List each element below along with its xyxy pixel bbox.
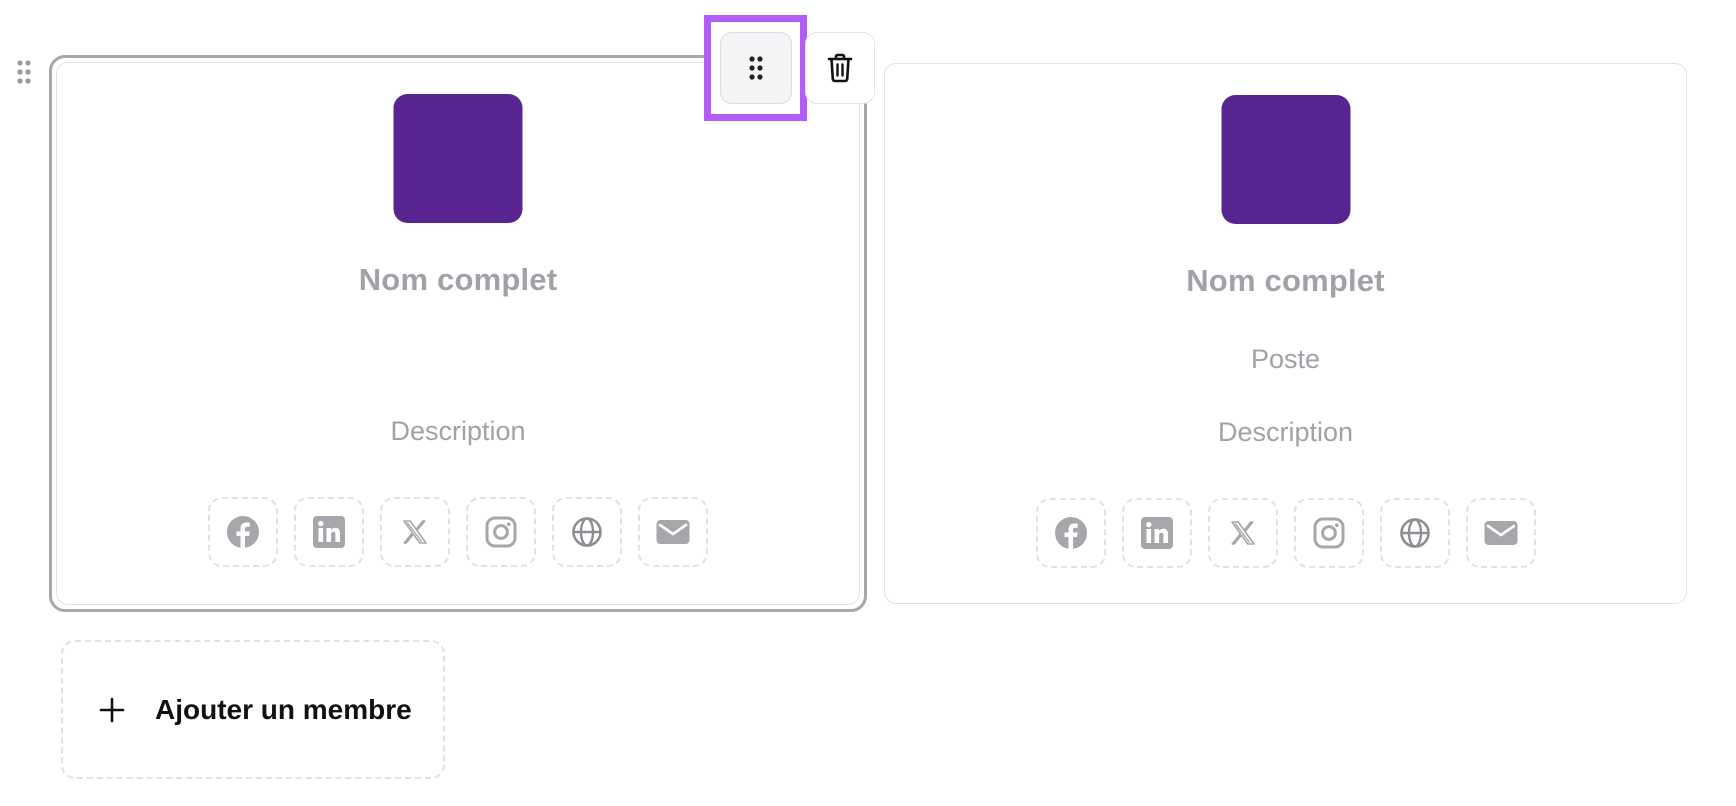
plus-icon bbox=[99, 697, 125, 722]
linkedin-icon bbox=[313, 516, 345, 548]
trash-icon bbox=[827, 53, 853, 83]
social-instagram[interactable] bbox=[1293, 498, 1364, 568]
globe-icon bbox=[572, 517, 602, 547]
name-field[interactable]: Nom complet bbox=[57, 262, 859, 298]
delete-button[interactable] bbox=[805, 32, 875, 104]
avatar[interactable] bbox=[393, 94, 523, 223]
instagram-icon bbox=[485, 516, 517, 548]
drag-button[interactable] bbox=[719, 32, 792, 104]
avatar[interactable] bbox=[1221, 95, 1350, 224]
social-x[interactable] bbox=[380, 497, 450, 567]
team-member-card[interactable]: Nom complet Poste Description bbox=[884, 63, 1687, 604]
social-email[interactable] bbox=[1465, 498, 1536, 568]
globe-icon bbox=[1399, 518, 1430, 548]
social-website[interactable] bbox=[552, 497, 622, 567]
team-member-card-selected[interactable]: Nom complet Description bbox=[49, 55, 867, 612]
social-linkedin[interactable] bbox=[294, 497, 364, 567]
add-member-button[interactable]: Ajouter un membre bbox=[61, 640, 445, 779]
description-field[interactable]: Description bbox=[885, 417, 1686, 448]
poste-field[interactable]: Poste bbox=[885, 344, 1686, 375]
row-drag-handle-icon[interactable] bbox=[12, 58, 36, 86]
social-email[interactable] bbox=[638, 497, 708, 567]
social-links bbox=[57, 497, 859, 567]
facebook-icon bbox=[1054, 517, 1087, 549]
social-facebook[interactable] bbox=[208, 497, 278, 567]
description-field[interactable]: Description bbox=[57, 416, 859, 447]
name-field[interactable]: Nom complet bbox=[885, 263, 1686, 299]
social-links bbox=[885, 498, 1686, 568]
facebook-icon bbox=[227, 516, 259, 548]
social-facebook[interactable] bbox=[1035, 498, 1106, 568]
team-member-card[interactable]: Nom complet Description bbox=[56, 62, 860, 605]
social-instagram[interactable] bbox=[466, 497, 536, 567]
social-linkedin[interactable] bbox=[1121, 498, 1192, 568]
social-x[interactable] bbox=[1207, 498, 1278, 568]
instagram-icon bbox=[1313, 517, 1344, 549]
x-icon bbox=[403, 520, 427, 544]
x-icon bbox=[1230, 521, 1255, 545]
linkedin-icon bbox=[1140, 517, 1173, 549]
drag-handle-icon bbox=[748, 56, 763, 80]
social-website[interactable] bbox=[1379, 498, 1450, 568]
card-toolbar bbox=[704, 15, 875, 121]
mail-icon bbox=[656, 520, 690, 544]
add-member-label: Ajouter un membre bbox=[155, 693, 412, 725]
mail-icon bbox=[1484, 521, 1517, 545]
drag-button-highlight bbox=[704, 15, 807, 121]
